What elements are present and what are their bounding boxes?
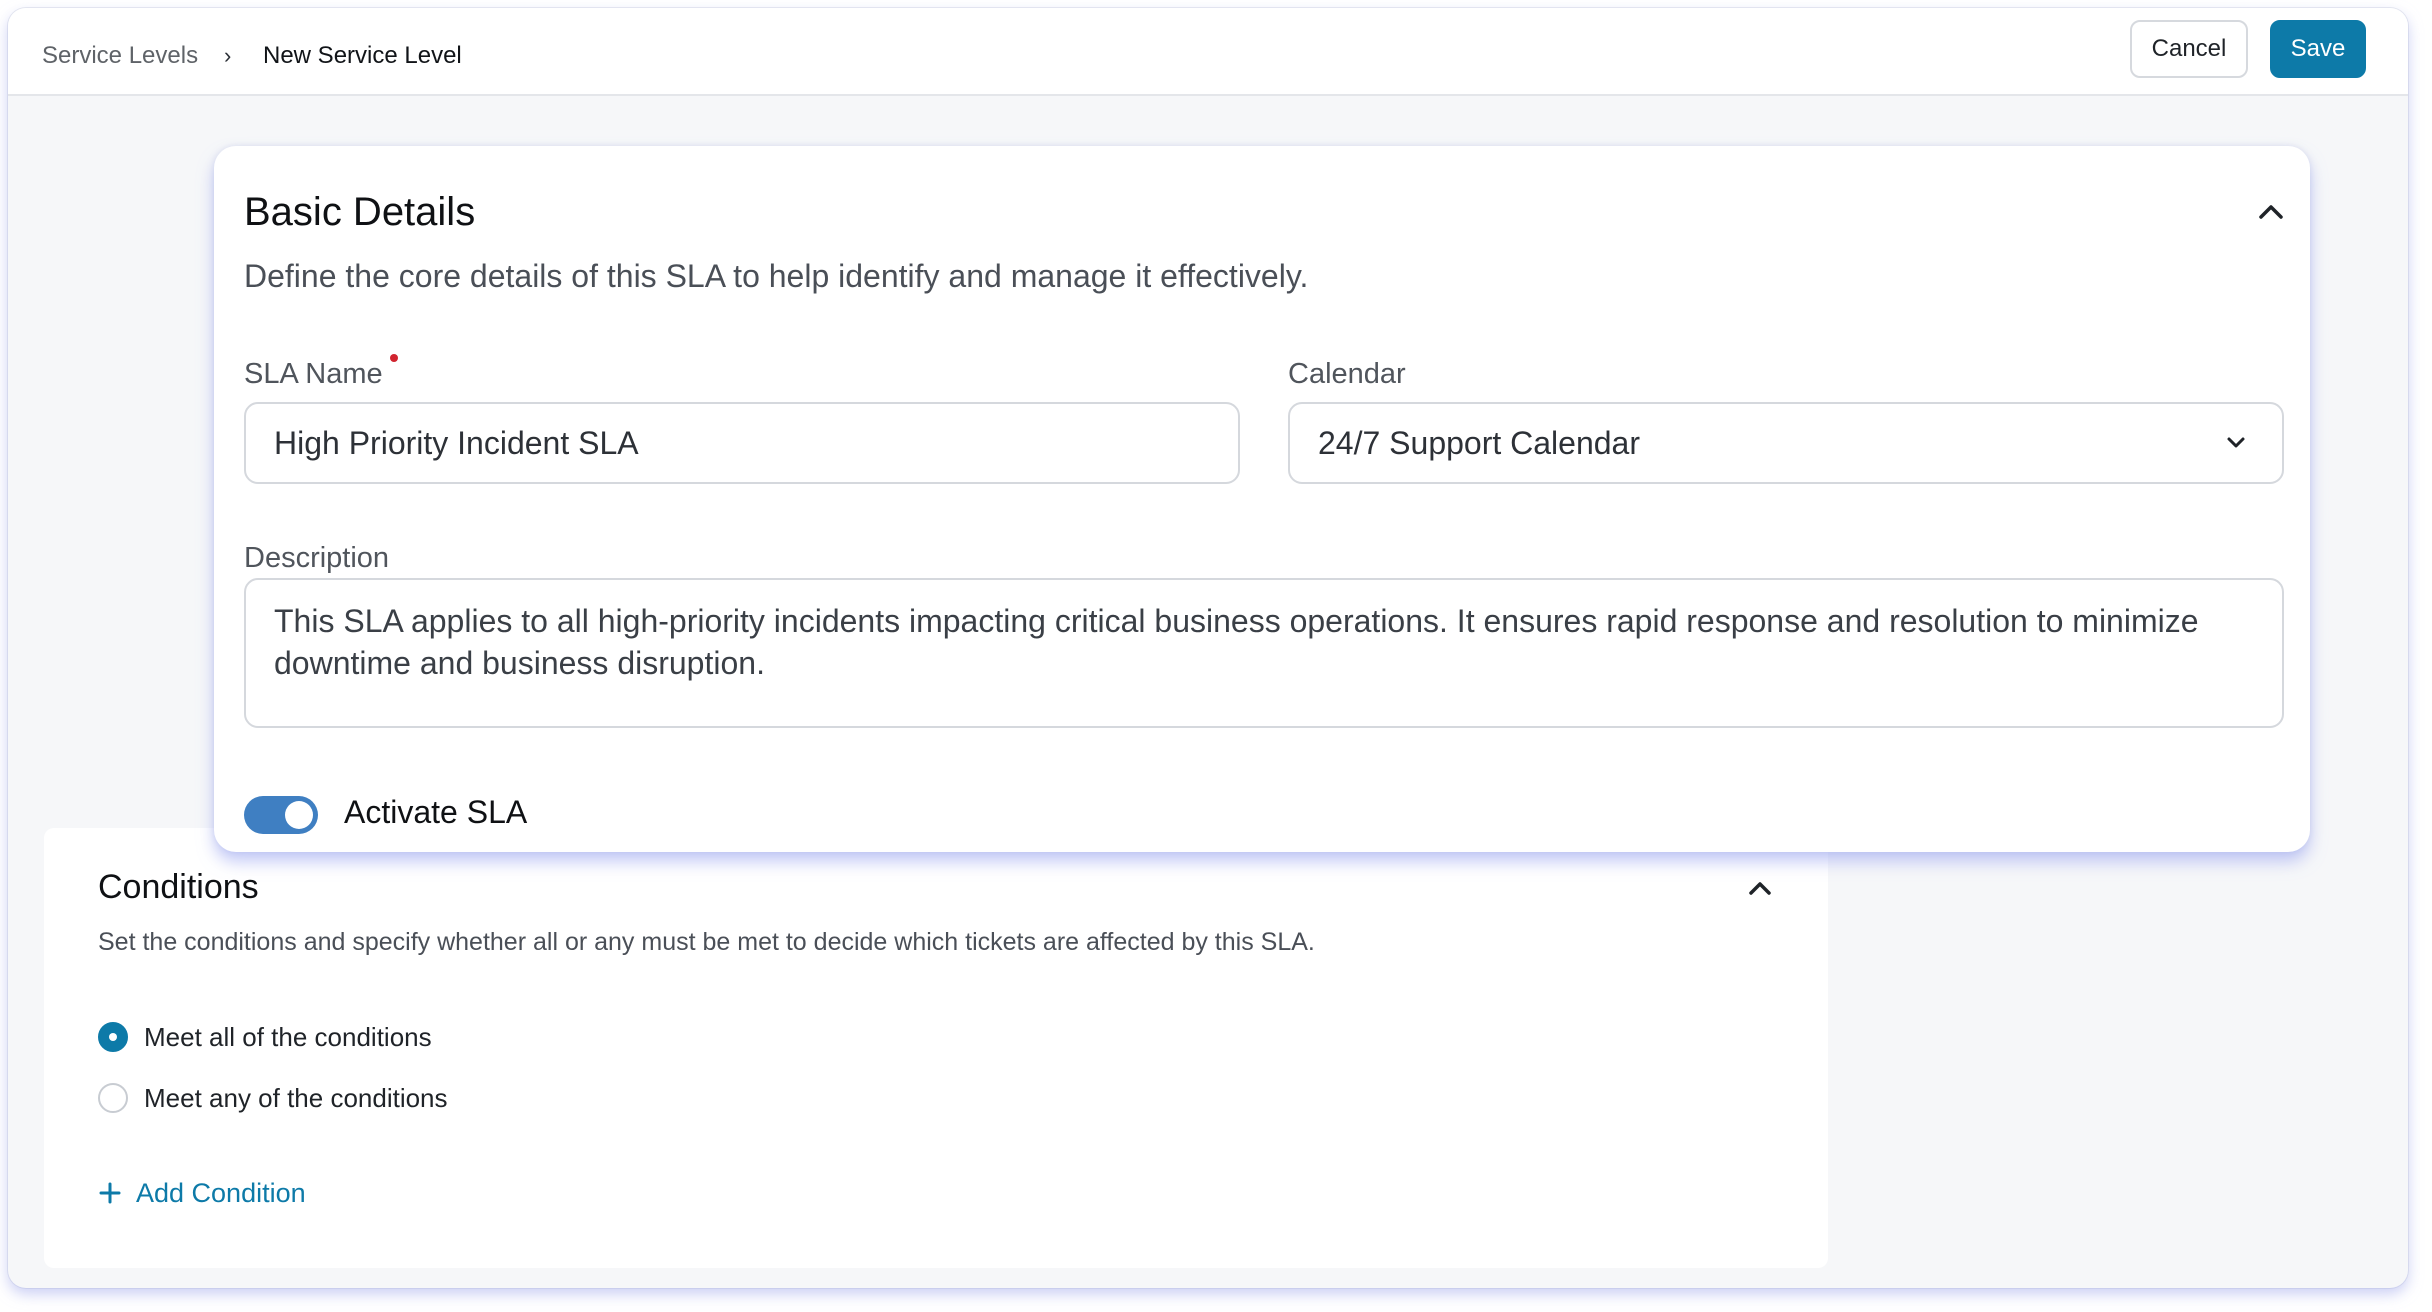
description-label: Description bbox=[244, 542, 390, 574]
radio-meet-all-label[interactable]: Meet all of the conditions bbox=[144, 1022, 432, 1053]
basic-details-card: Basic Details Define the core details of… bbox=[214, 146, 2310, 852]
calendar-selected-value: 24/7 Support Calendar bbox=[1318, 425, 1640, 461]
description-textarea[interactable]: This SLA applies to all high-priority in… bbox=[244, 578, 2284, 728]
save-button[interactable]: Save bbox=[2270, 20, 2366, 78]
calendar-select[interactable]: 24/7 Support Calendar bbox=[1288, 402, 2284, 484]
activate-sla-toggle[interactable] bbox=[244, 796, 318, 834]
conditions-card: Conditions Set the conditions and specif… bbox=[44, 828, 1828, 1268]
cancel-button[interactable]: Cancel bbox=[2130, 20, 2248, 78]
plus-icon bbox=[99, 1182, 121, 1204]
conditions-title: Conditions bbox=[98, 868, 259, 906]
add-condition-label: Add Condition bbox=[136, 1177, 306, 1208]
basic-details-subtitle: Define the core details of this SLA to h… bbox=[244, 258, 1309, 294]
toggle-knob bbox=[285, 801, 313, 829]
top-bar: Service Levels › New Service Level Cance… bbox=[8, 8, 2408, 96]
required-indicator bbox=[390, 354, 398, 362]
radio-meet-any-label[interactable]: Meet any of the conditions bbox=[144, 1083, 448, 1114]
chevron-down-icon bbox=[2227, 437, 2245, 448]
calendar-label: Calendar bbox=[1288, 358, 1406, 390]
sla-name-input[interactable]: High Priority Incident SLA bbox=[244, 402, 1240, 484]
breadcrumb-chevron-icon: › bbox=[224, 43, 232, 68]
add-condition-button[interactable]: Add Condition bbox=[98, 1173, 306, 1213]
breadcrumb-service-levels[interactable]: Service Levels bbox=[42, 33, 198, 79]
chevron-up-icon[interactable] bbox=[1748, 880, 1772, 896]
activate-sla-label: Activate SLA bbox=[344, 794, 528, 830]
app-window: Service Levels › New Service Level Cance… bbox=[8, 8, 2408, 1288]
chevron-up-icon[interactable] bbox=[2258, 202, 2284, 220]
radio-meet-all[interactable] bbox=[98, 1022, 128, 1052]
radio-meet-any[interactable] bbox=[98, 1083, 128, 1113]
breadcrumb-current: New Service Level bbox=[263, 42, 462, 69]
sla-name-label: SLA Name bbox=[244, 358, 383, 390]
basic-details-title: Basic Details bbox=[244, 190, 476, 234]
conditions-subtitle: Set the conditions and specify whether a… bbox=[98, 928, 1315, 956]
